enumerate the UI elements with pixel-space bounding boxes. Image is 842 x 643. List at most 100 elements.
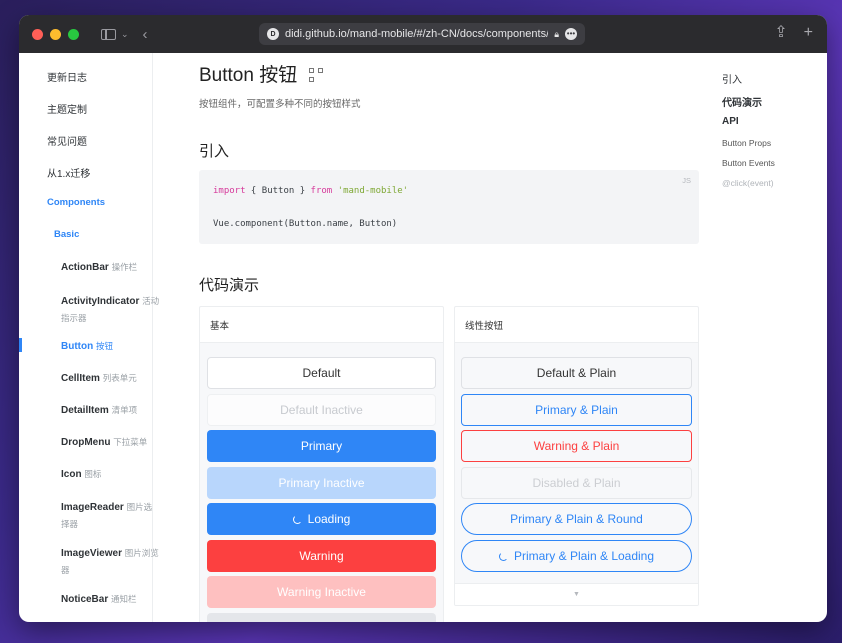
loading-button-label: Loading [307, 512, 351, 526]
primary-plain-loading-button[interactable]: Primary & Plain & Loading [461, 540, 692, 572]
code-keyword: import [213, 186, 246, 196]
toc-item-api[interactable]: API [722, 116, 739, 127]
sidebar-item-button[interactable]: Button 按钮 [61, 340, 113, 352]
code-block: JS import { Button } from 'mand-mobile' … [199, 170, 699, 244]
sidebar-item-sublabel: 下拉菜单 [113, 437, 148, 447]
demo-panel-body: Default Default Inactive Primary Primary… [200, 343, 443, 622]
sidebar-item-sublabel: 通知栏 [111, 594, 137, 604]
code-keyword: from [310, 186, 333, 196]
sidebar-item-noticebar[interactable]: NoticeBar 通知栏 [61, 593, 137, 605]
expand-code-icon[interactable]: ▼ [455, 583, 698, 605]
loading-button-label: Primary & Plain & Loading [513, 549, 655, 563]
sidebar-item-imagereader[interactable]: ImageReader 图片选 择器 [61, 499, 152, 533]
sidebar-item-label: ActivityIndicator [61, 296, 140, 307]
code-language-label: JS [682, 176, 691, 185]
demo-panel-title: 基本 [200, 307, 443, 343]
qr-code-icon[interactable] [308, 68, 323, 82]
sidebar-item-imageviewer[interactable]: ImageViewer 图片浏览 器 [61, 545, 159, 579]
page-title-text: Button 按钮 [199, 65, 298, 86]
sidebar-item-label: Button [61, 341, 94, 352]
site-favicon-icon: D [267, 28, 279, 40]
loading-button[interactable]: Loading [207, 503, 436, 535]
sidebar-item-actionbar[interactable]: ActionBar 操作栏 [61, 261, 137, 273]
sidebar-toggle-button[interactable]: ⌄ [101, 28, 129, 40]
sidebar-item-migration[interactable]: 从1.x迁移 [47, 165, 90, 180]
toolbar-right: ⇪ + [774, 25, 813, 41]
primary-plain-button[interactable]: Primary & Plain [461, 394, 692, 426]
toc-item-click-event[interactable]: @click(event) [722, 178, 774, 188]
default-button[interactable]: Default [207, 357, 436, 389]
back-button[interactable]: ‹ [143, 26, 148, 43]
sidebar-item-sublabel: 图标 [84, 469, 102, 479]
new-tab-icon[interactable]: + [804, 25, 813, 41]
active-indicator [19, 338, 22, 352]
primary-button[interactable]: Primary [207, 430, 436, 462]
warning-inactive-button: Warning Inactive [207, 576, 436, 608]
sidebar-item-dropmenu[interactable]: DropMenu 下拉菜单 [61, 436, 147, 448]
sidebar-group-basic[interactable]: Basic [54, 229, 79, 240]
default-plain-button[interactable]: Default & Plain [461, 357, 692, 389]
section-heading-import: 引入 [199, 143, 230, 160]
sidebar-item-sublabel-cont: 择器 [61, 519, 79, 529]
primary-plain-round-button[interactable]: Primary & Plain & Round [461, 503, 692, 535]
window-controls [32, 28, 79, 40]
sidebar-item-label: DetailItem [61, 405, 109, 416]
demo-panel-title: 线性按钮 [455, 307, 698, 343]
partial-button [207, 613, 436, 622]
sidebar-item-theme[interactable]: 主题定制 [47, 101, 87, 116]
sidebar-item-label: Icon [61, 469, 82, 480]
sidebar-item-sublabel: 按钮 [96, 341, 114, 351]
loading-spinner-icon [498, 551, 508, 561]
sidebar-item-sublabel: 列表单元 [102, 373, 137, 383]
sidebar-section-components[interactable]: Components [47, 197, 105, 208]
code-text: { Button } [245, 186, 311, 196]
demo-panel-basic: 基本 Default Default Inactive Primary Prim… [199, 306, 444, 622]
sidebar-item-sublabel: 图片选 [126, 502, 153, 512]
default-inactive-button: Default Inactive [207, 394, 436, 426]
page-title: Button 按钮 [199, 60, 323, 87]
code-line-2: Vue.component(Button.name, Button) [213, 219, 398, 229]
sidebar-item-sublabel: 操作栏 [111, 262, 138, 272]
more-icon[interactable]: ••• [565, 28, 577, 40]
toc-item-import[interactable]: 引入 [722, 71, 742, 86]
chevron-left-icon: ‹ [142, 25, 148, 43]
table-of-contents: 引入 代码演示 API Button Props Button Events @… [707, 53, 827, 622]
sidebar-item-label: DropMenu [61, 437, 111, 448]
page-content: 更新日志 主题定制 常见问题 从1.x迁移 Components Basic A… [19, 53, 827, 622]
sidebar-item-sublabel-cont: 器 [61, 565, 70, 575]
code-string: 'mand-mobile' [337, 186, 409, 196]
zoom-window-button[interactable] [68, 28, 79, 40]
sidebar-item-label: NoticeBar [61, 594, 109, 605]
sidebar-item-changelog[interactable]: 更新日志 [47, 69, 87, 84]
warning-button[interactable]: Warning [207, 540, 436, 572]
sidebar-item-icon[interactable]: Icon 图标 [61, 468, 101, 480]
url-text: didi.github.io/mand-mobile/#/zh-CN/docs/… [285, 28, 548, 40]
warning-plain-button[interactable]: Warning & Plain [461, 430, 692, 462]
sidebar-item-cellitem[interactable]: CellItem 列表单元 [61, 372, 137, 384]
section-heading-demo: 代码演示 [199, 277, 260, 294]
sidebar-item-label: ImageViewer [61, 548, 122, 559]
sidebar-item-sublabel-cont: 指示器 [61, 313, 87, 323]
toc-item-button-props[interactable]: Button Props [722, 138, 771, 148]
disabled-plain-button: Disabled & Plain [461, 467, 692, 499]
close-window-button[interactable] [32, 28, 43, 40]
sidebar-item-activityindicator[interactable]: ActivityIndicator 活动 指示器 [61, 293, 159, 327]
sidebar-item-sublabel: 清单项 [111, 405, 138, 415]
main-content: Button 按钮 按钮组件，可配置多种不同的按钮样式 引入 JS import… [153, 53, 707, 622]
toc-item-demo[interactable]: 代码演示 [722, 94, 762, 109]
sidebar-item-detailitem[interactable]: DetailItem 清单项 [61, 404, 137, 416]
code-line-1: import { Button } from 'mand-mobile' [213, 186, 408, 196]
left-sidebar: 更新日志 主题定制 常见问题 从1.x迁移 Components Basic A… [19, 53, 159, 622]
sidebar-item-label: ImageReader [61, 502, 124, 513]
demo-panel-plain: 线性按钮 Default & Plain Primary & Plain War… [454, 306, 699, 606]
title-bar: ⌄ ‹ D didi.github.io/mand-mobile/#/zh-CN… [19, 15, 827, 53]
share-icon[interactable]: ⇪ [774, 25, 787, 41]
sidebar-item-label: ActionBar [61, 262, 109, 273]
address-bar[interactable]: D didi.github.io/mand-mobile/#/zh-CN/doc… [259, 23, 585, 45]
toc-item-button-events[interactable]: Button Events [722, 158, 775, 168]
sidebar-item-faq[interactable]: 常见问题 [47, 133, 87, 148]
primary-inactive-button: Primary Inactive [207, 467, 436, 499]
lock-icon: 🔒︎ [554, 28, 559, 39]
sidebar-item-label: CellItem [61, 373, 100, 384]
minimize-window-button[interactable] [50, 28, 61, 40]
